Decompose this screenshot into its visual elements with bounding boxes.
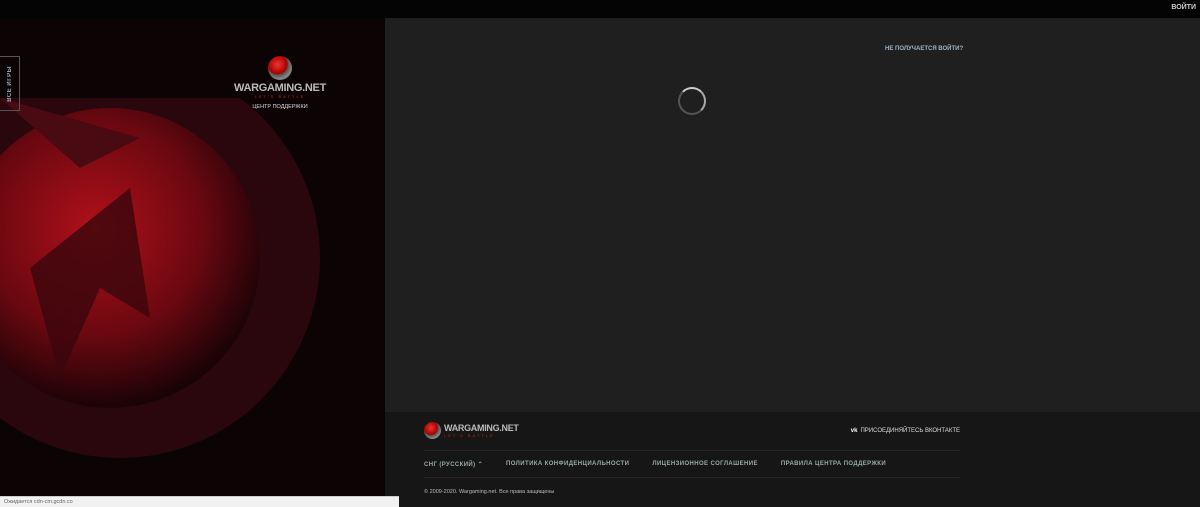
support-center-title: ЦЕНТР ПОДДЕРЖКИ (252, 104, 308, 110)
loading-spinner-icon (678, 87, 706, 115)
footer-links: СНГ (РУССКИЙ) ⌃ ПОЛИТИКА КОНФИДЕНЦИАЛЬНО… (424, 461, 960, 468)
tank-logo-artwork (0, 98, 320, 458)
support-rules-link[interactable]: ПРАВИЛА ЦЕНТРА ПОДДЕРЖКИ (781, 461, 886, 468)
copyright: © 2009-2020. Wargaming.net. Все права за… (424, 489, 555, 495)
left-panel: ВСЕ ИГРЫ WARGAMING.NET LET'S BATTLE ЦЕНТ… (0, 18, 385, 507)
cant-login-link[interactable]: НЕ ПОЛУЧАЕТСЯ ВОЙТИ? (885, 46, 963, 52)
wargaming-logo-icon (268, 56, 292, 80)
all-games-label: ВСЕ ИГРЫ (6, 65, 13, 102)
vk-label: ПРИСОЕДИНЯЙТЕСЬ ВКОНТАКТЕ (860, 428, 960, 434)
vk-icon: vk (850, 428, 858, 434)
footer: WARGAMING.NET LET'S BATTLE vk ПРИСОЕДИНЯЙТ… (385, 412, 1200, 507)
privacy-policy-link[interactable]: ПОЛИТИКА КОНФИДЕНЦИАЛЬНОСТИ (506, 461, 629, 468)
divider (424, 450, 960, 451)
region-selector[interactable]: СНГ (РУССКИЙ) ⌃ (424, 461, 483, 468)
top-bar: ВОЙТИ (0, 0, 1200, 18)
brand-name: WARGAMING.NET (233, 82, 327, 94)
divider (424, 477, 960, 478)
vk-join-link[interactable]: vk ПРИСОЕДИНЯЙТЕСЬ ВКОНТАКТЕ (851, 428, 960, 434)
all-games-tab[interactable]: ВСЕ ИГРЫ (0, 56, 20, 111)
brand-tagline: LET'S BATTLE (254, 94, 306, 99)
brand-block[interactable]: WARGAMING.NET LET'S BATTLE ЦЕНТР ПОДДЕРЖ… (230, 56, 330, 110)
browser-status-bar: Ожидается cdn-cm.gcdn.co (0, 496, 399, 507)
login-button[interactable]: ВОЙТИ (1171, 4, 1196, 11)
license-agreement-link[interactable]: ЛИЦЕНЗИОННОЕ СОГЛАШЕНИЕ (652, 461, 758, 468)
